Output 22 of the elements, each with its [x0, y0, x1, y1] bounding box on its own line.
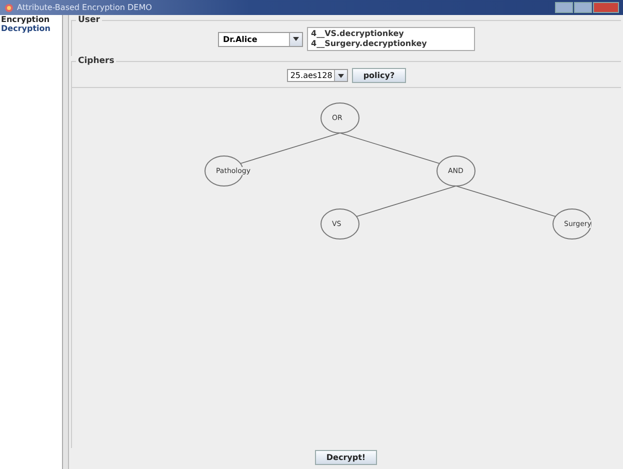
decrypt-button[interactable]: Decrypt! [315, 450, 377, 465]
maximize-button[interactable] [574, 2, 592, 13]
section-title: Ciphers [77, 56, 116, 66]
tree-node [552, 208, 592, 240]
window-title: Attribute-Based Encryption DEMO [17, 3, 152, 12]
minimize-button[interactable] [555, 2, 573, 13]
cipher-dropdown[interactable]: 25.aes128 [287, 69, 348, 82]
caret-icon [338, 74, 344, 78]
policy-button[interactable]: policy? [352, 68, 406, 83]
key-item[interactable]: 4__Surgery.decryptionkey [311, 39, 471, 49]
user-dropdown[interactable]: Dr.Alice [218, 32, 303, 46]
sidebar-item[interactable]: Encryption [0, 15, 62, 24]
close-button[interactable] [593, 2, 619, 13]
section-title: User [77, 15, 101, 25]
key-item[interactable]: 4__VS.decryptionkey [311, 29, 471, 39]
tree-node [436, 156, 476, 186]
sidebar-item[interactable]: Decryption [0, 24, 62, 33]
caret-icon [293, 37, 299, 41]
key-list[interactable]: 4__VS.decryptionkey 4__Surgery.decryptionkey [307, 27, 475, 51]
app-icon [4, 2, 14, 12]
tree-node [320, 208, 360, 240]
tree-node [320, 102, 360, 134]
